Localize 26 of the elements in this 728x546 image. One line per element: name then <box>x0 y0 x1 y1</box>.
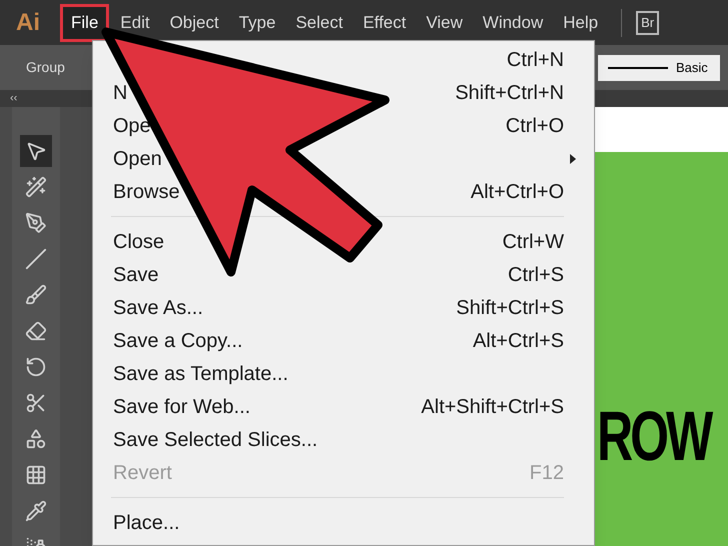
shortcut-text: Alt+Ctrl+S <box>472 328 564 354</box>
shortcut-text: Alt+Shift+Ctrl+S <box>421 394 564 420</box>
shortcut-text: Shift+Ctrl+S <box>456 296 564 320</box>
shortcut-text: Shift+Ctrl+N <box>455 80 564 106</box>
stroke-line-icon <box>608 66 668 68</box>
menu-item[interactable]: Effect <box>354 4 416 42</box>
menu-item[interactable]: File <box>60 4 110 42</box>
submenu-caret-icon <box>570 154 576 164</box>
menu-item[interactable]: Select <box>286 4 352 42</box>
stroke-style-dropdown[interactable]: Basic <box>598 54 720 80</box>
selection-label: Group <box>26 58 65 77</box>
menu-item[interactable]: Help <box>554 4 608 42</box>
panel-collapse-button[interactable]: ‹‹ <box>10 93 18 104</box>
artwork-text: ROW <box>597 397 710 476</box>
shortcut-text: Ctrl+N <box>506 48 564 72</box>
shortcut-text: F12 <box>530 460 564 486</box>
menu-item[interactable]: Window <box>474 4 552 42</box>
bridge-button[interactable]: Br <box>636 10 660 34</box>
app-logo: Ai <box>16 8 40 38</box>
shortcut-text: Ctrl+W <box>502 230 564 254</box>
menu-item[interactable]: Type <box>230 4 285 42</box>
shortcut-text: Alt+Ctrl+O <box>470 180 564 204</box>
menu-item[interactable]: Object <box>160 4 228 42</box>
menu-item[interactable]: View <box>417 4 472 42</box>
shortcut-text: Ctrl+O <box>506 114 564 138</box>
shortcut-text: Ctrl+S <box>508 262 564 288</box>
